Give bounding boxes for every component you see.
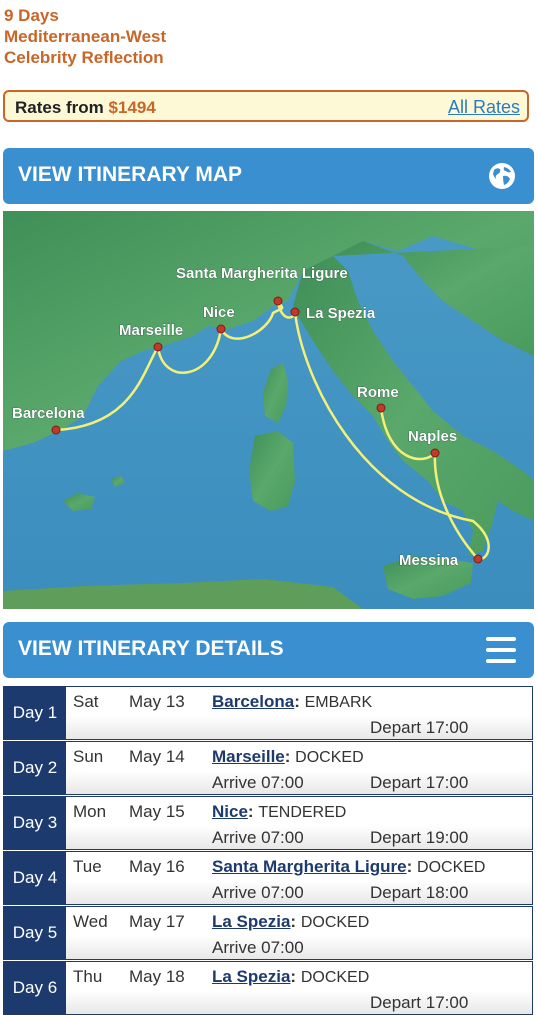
cruise-duration: 9 Days [4,6,59,25]
weekday: Mon [73,802,107,821]
port-info: La Spezia: DOCKED [212,912,370,931]
arrive-time: Arrive 07:00 [212,938,304,957]
port-link[interactable]: Santa Margherita Ligure [212,857,407,876]
port-info: Nice: TENDERED [212,802,347,821]
port-link[interactable]: La Spezia [212,912,290,931]
weekday: Thu [73,967,103,986]
rates-label-group: Rates from $1494 [15,98,156,118]
itinerary-row-day-1: Day 1 Sat May 13 Barcelona: EMBARK Depar… [3,686,533,740]
view-itinerary-map-button[interactable]: VIEW ITINERARY MAP [3,148,534,204]
arrive-time: Arrive 07:00 [212,883,304,902]
arrive-time: Arrive 07:00 [212,773,304,792]
itinerary-row-day-5: Day 5 Wed May 17 La Spezia: DOCKED Arriv… [3,906,533,960]
port-info: Marseille: DOCKED [212,747,364,766]
rates-box: Rates from $1494 All Rates [3,90,529,122]
rates-label: Rates from [15,98,104,117]
date: May 16 [129,857,185,876]
itinerary-row-day-2: Day 2 Sun May 14 Marseille: DOCKED Arriv… [3,741,533,795]
date: May 13 [129,692,185,711]
map-label-nice: Nice [203,304,235,321]
cruise-title: 9 Days Mediterranean-West Celebrity Refl… [4,5,166,68]
menu-icon [486,637,516,663]
weekday: Tue [73,857,102,876]
view-details-label: VIEW ITINERARY DETAILS [18,637,284,660]
itinerary-row-day-6: Day 6 Thu May 18 La Spezia: DOCKED Depar… [3,961,533,1015]
itinerary-row-day-4: Day 4 Tue May 16 Santa Margherita Ligure… [3,851,533,905]
weekday: Sat [73,692,99,711]
port-status: DOCKED [295,749,364,766]
date: May 18 [129,967,185,986]
port-status: DOCKED [300,914,370,931]
ship-name: Celebrity Reflection [4,48,164,67]
cruise-region: Mediterranean-West [4,27,167,46]
depart-time: Depart 18:00 [370,883,469,902]
depart-time: Depart 17:00 [370,773,469,792]
view-itinerary-details-button[interactable]: VIEW ITINERARY DETAILS [3,622,534,678]
port-status: DOCKED [417,859,486,876]
port-info: Barcelona: EMBARK [212,692,373,711]
port-status: DOCKED [300,969,370,986]
port-status: EMBARK [304,694,373,711]
map-label-marseille: Marseille [119,322,183,339]
map-label-barcelona: Barcelona [12,405,85,422]
itinerary-map: Santa Margherita Ligure Nice La Spezia M… [3,211,534,609]
port-status: TENDERED [258,804,347,821]
itinerary-row-day-3: Day 3 Mon May 15 Nice: TENDERED Arrive 0… [3,796,533,850]
map-label-rome: Rome [357,384,399,401]
depart-time: Depart 19:00 [370,828,469,847]
view-map-label: VIEW ITINERARY MAP [18,163,243,186]
rates-price: $1494 [108,98,156,117]
map-label-santa-margherita: Santa Margherita Ligure [176,265,348,282]
map-label-la-spezia: La Spezia [306,305,376,322]
day-cell: Day 5 [4,907,66,959]
port-link[interactable]: La Spezia [212,967,290,986]
date: May 14 [129,747,185,766]
weekday: Wed [73,912,108,931]
date: May 17 [129,912,185,931]
depart-time: Depart 17:00 [370,718,469,737]
port-link[interactable]: Nice [212,802,248,821]
port-link[interactable]: Barcelona [212,692,294,711]
day-cell: Day 2 [4,742,66,794]
arrive-time: Arrive 07:00 [212,828,304,847]
day-cell: Day 1 [4,687,66,739]
port-info: La Spezia: DOCKED [212,967,370,986]
date: May 15 [129,802,185,821]
map-image: Santa Margherita Ligure Nice La Spezia M… [3,211,534,609]
depart-time: Depart 17:00 [370,993,469,1012]
port-info: Santa Margherita Ligure: DOCKED [212,857,486,876]
map-label-messina: Messina [399,552,459,569]
all-rates-link[interactable]: All Rates [448,97,520,118]
map-label-naples: Naples [408,428,457,445]
port-link[interactable]: Marseille [212,747,285,766]
weekday: Sun [73,747,104,766]
day-cell: Day 3 [4,797,66,849]
globe-icon [489,163,515,189]
day-cell: Day 4 [4,852,66,904]
day-cell: Day 6 [4,962,66,1014]
